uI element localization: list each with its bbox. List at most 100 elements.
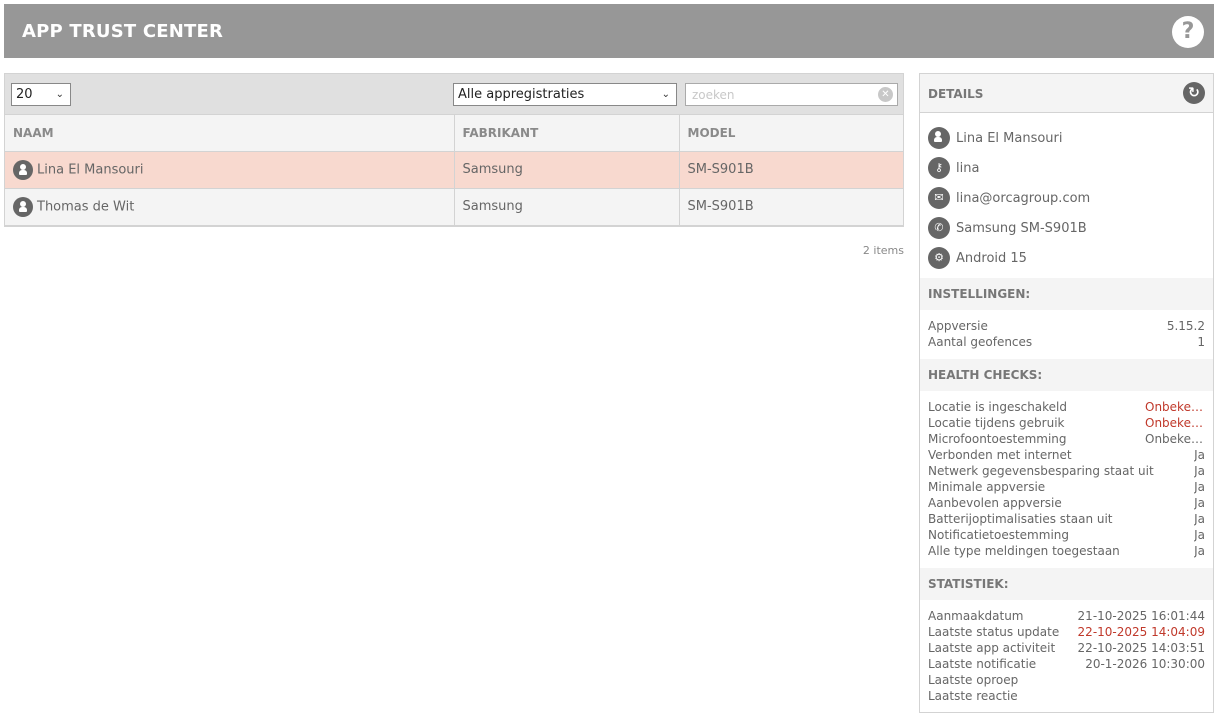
details-title: DETAILS: [928, 87, 984, 101]
list-item: Laatste oproep: [920, 672, 1213, 688]
info-name-text: Lina El Mansouri: [956, 130, 1063, 146]
refresh-icon[interactable]: ↻: [1183, 82, 1205, 104]
search-box: ✕: [685, 83, 898, 106]
list-item: Locatie tijdens gebruik Onbekend: [920, 415, 1213, 431]
info-email: ✉ lina@orcagroup.com: [920, 183, 1213, 213]
settings-list: Appversie 5.15.2 Aantal geofences 1: [920, 310, 1213, 359]
list-item: Notificatietoestemming Ja: [920, 527, 1213, 543]
user-icon: [928, 127, 950, 149]
settings-header: INSTELLINGEN:: [920, 278, 1213, 310]
model-cell: SM-S901B: [679, 188, 903, 226]
check-value: Ja: [1194, 544, 1205, 558]
info-email-text: lina@orcagroup.com: [956, 190, 1091, 206]
info-name: Lina El Mansouri: [920, 123, 1213, 153]
stat-value: 22-10-2025 14:04:09: [1077, 625, 1205, 639]
app-header: APP TRUST CENTER ?: [4, 4, 1214, 58]
user-icon: [13, 196, 33, 217]
list-item: Laatste notificatie 20-1-2026 10:30:00: [920, 656, 1213, 672]
chevron-down-icon: ⌄: [661, 89, 670, 100]
column-header-model[interactable]: MODEL: [679, 115, 903, 152]
page-size-select[interactable]: 20 ⌄: [11, 83, 71, 106]
check-value: Ja: [1194, 480, 1205, 494]
health-checks-list: Locatie is ingeschakeld Onbekend Locatie …: [920, 391, 1213, 568]
info-device: ✆ Samsung SM-S901B: [920, 213, 1213, 243]
column-header-fabrikant[interactable]: FABRIKANT: [454, 115, 680, 152]
manufacturer-cell: Samsung: [454, 151, 680, 189]
list-item: Aantal geofences 1: [920, 334, 1213, 350]
list-item: Locatie is ingeschakeld Onbekend: [920, 399, 1213, 415]
registrations-table: NAAM FABRIKANT MODEL Lina El Mansouri Sa…: [5, 115, 903, 226]
check-value: Onbekend: [1145, 416, 1205, 430]
check-label: Notificatietoestemming: [928, 528, 1069, 542]
check-value: Ja: [1194, 448, 1205, 462]
stat-value: 20-1-2026 10:30:00: [1085, 657, 1205, 671]
table-row[interactable]: Lina El Mansouri Samsung SM-S901B: [5, 151, 903, 189]
check-value: Ja: [1194, 496, 1205, 510]
info-os: ⚙ Android 15: [920, 243, 1213, 273]
health-checks-header: HEALTH CHECKS:: [920, 359, 1213, 391]
check-label: Batterijoptimalisaties staan uit: [928, 512, 1113, 526]
list-item: Aanbevolen appversie Ja: [920, 495, 1213, 511]
clear-search-icon[interactable]: ✕: [878, 87, 893, 102]
registrations-list: 20 ⌄ Alle appregistraties ⌄ ✕ NAAM FABRI…: [4, 73, 904, 227]
check-value: Ja: [1194, 528, 1205, 542]
name-text: Lina El Mansouri: [37, 162, 144, 177]
stat-label: Aanmaakdatum: [928, 609, 1024, 623]
list-item: Laatste reactie: [920, 688, 1213, 704]
manufacturer-cell: Samsung: [454, 188, 680, 226]
list-item: Minimale appversie Ja: [920, 479, 1213, 495]
check-label: Minimale appversie: [928, 480, 1046, 494]
setting-label: Aantal geofences: [928, 335, 1033, 349]
table-row[interactable]: Thomas de Wit Samsung SM-S901B: [5, 188, 903, 226]
list-item: Laatste app activiteit 22-10-2025 14:03:5…: [920, 640, 1213, 656]
info-username-text: lina: [956, 160, 980, 176]
list-item: Microfoontoestemming Onbekend: [920, 431, 1213, 447]
details-header: DETAILS ↻: [920, 74, 1213, 113]
key-icon: ⚷: [928, 157, 950, 179]
details-panel: DETAILS ↻ Lina El Mansouri ⚷ lina ✉ lina…: [919, 73, 1214, 713]
check-label: Verbonden met internet: [928, 448, 1072, 462]
help-icon[interactable]: ?: [1172, 16, 1204, 48]
statistics-header: STATISTIEK:: [920, 568, 1213, 600]
page-size-value: 20: [16, 87, 33, 102]
stat-label: Laatste reactie: [928, 689, 1018, 703]
info-device-text: Samsung SM-S901B: [956, 220, 1087, 236]
list-item: Laatste status update 22-10-2025 14:04:09: [920, 624, 1213, 640]
name-cell: Lina El Mansouri: [5, 151, 455, 189]
chevron-down-icon: ⌄: [55, 89, 64, 100]
table-header-row: NAAM FABRIKANT MODEL: [5, 115, 903, 152]
check-value: Ja: [1194, 512, 1205, 526]
stat-label: Laatste status update: [928, 625, 1060, 639]
list-item: Alle type meldingen toegestaan Ja: [920, 543, 1213, 559]
name-text: Thomas de Wit: [37, 199, 135, 214]
list-item: Aanmaakdatum 21-10-2025 16:01:44: [920, 608, 1213, 624]
user-info: Lina El Mansouri ⚷ lina ✉ lina@orcagroup…: [920, 113, 1213, 278]
health-checks-title: HEALTH CHECKS:: [928, 368, 1043, 382]
check-label: Locatie tijdens gebruik: [928, 416, 1065, 430]
statistics-title: STATISTIEK:: [928, 577, 1009, 591]
gear-icon: ⚙: [928, 247, 950, 269]
app-title: APP TRUST CENTER: [22, 21, 224, 42]
stat-value: 21-10-2025 16:01:44: [1077, 609, 1205, 623]
setting-value: 5.15.2: [1166, 319, 1205, 333]
check-label: Aanbevolen appversie: [928, 496, 1062, 510]
stat-label: Laatste notificatie: [928, 657, 1037, 671]
setting-value: 1: [1197, 335, 1205, 349]
check-value: Onbekend: [1145, 432, 1205, 446]
search-input[interactable]: [686, 84, 871, 105]
check-label: Microfoontoestemming: [928, 432, 1067, 446]
check-label: Locatie is ingeschakeld: [928, 400, 1068, 414]
check-label: Netwerk gegevensbesparing staat uit: [928, 464, 1154, 478]
name-cell: Thomas de Wit: [5, 188, 455, 226]
check-value: Ja: [1194, 464, 1205, 478]
info-os-text: Android 15: [956, 250, 1027, 266]
list-item: Netwerk gegevensbesparing staat uit Ja: [920, 463, 1213, 479]
column-header-naam[interactable]: NAAM: [5, 115, 455, 152]
item-count: 2 items: [862, 244, 904, 257]
phone-icon: ✆: [928, 217, 950, 239]
registration-filter-select[interactable]: Alle appregistraties ⌄: [453, 83, 677, 106]
stat-label: Laatste app activiteit: [928, 641, 1056, 655]
info-username: ⚷ lina: [920, 153, 1213, 183]
list-item: Batterijoptimalisaties staan uit Ja: [920, 511, 1213, 527]
envelope-icon: ✉: [928, 187, 950, 209]
